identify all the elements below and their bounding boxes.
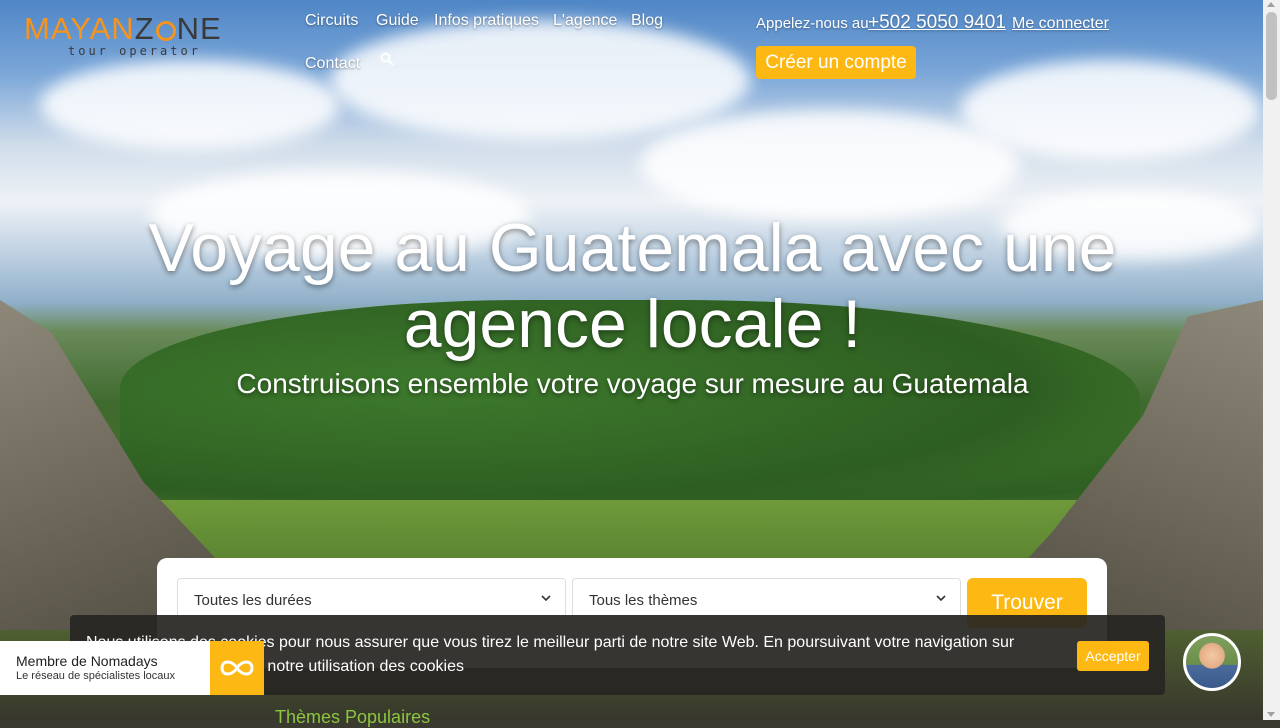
logo-ne: NE xyxy=(176,11,222,46)
cloud xyxy=(640,110,1020,220)
nav-item-blog[interactable]: Blog xyxy=(631,12,663,30)
nav-item-agence[interactable]: L'agence xyxy=(553,12,617,30)
accept-cookies-button[interactable]: Accepter xyxy=(1077,641,1149,671)
search-icon[interactable] xyxy=(380,52,394,66)
chevron-down-icon xyxy=(541,595,551,602)
nav-item-circuits[interactable]: Circuits xyxy=(305,12,358,30)
nav-item-guide[interactable]: Guide xyxy=(376,12,419,30)
nomadays-title: Membre de Nomadays xyxy=(16,653,158,669)
page-scrollbar[interactable] xyxy=(1263,0,1280,720)
chat-agent-avatar[interactable] xyxy=(1183,633,1241,691)
hero-title: Voyage au Guatemala avec une agence loca… xyxy=(148,210,1117,362)
cloud xyxy=(330,20,750,140)
infinity-icon xyxy=(220,660,254,676)
nomadays-badge[interactable]: Membre de Nomadays Le réseau de spéciali… xyxy=(0,641,264,695)
phone-link[interactable]: +502 5050 9401 xyxy=(868,12,1006,34)
chevron-down-icon xyxy=(936,595,946,602)
theme-select-value: Tous les thèmes xyxy=(589,592,698,609)
nomadays-subtitle: Le réseau de spécialistes locaux xyxy=(16,670,175,682)
logo-tagline: tour operator xyxy=(68,44,201,58)
hero-subtitle: Construisons ensemble votre voyage sur m… xyxy=(236,368,1029,399)
nav-item-infos-pratiques[interactable]: Infos pratiques xyxy=(434,12,539,30)
call-label: Appelez-nous au xyxy=(756,15,869,32)
scroll-up-arrow-icon[interactable] xyxy=(1267,2,1275,7)
logo-z: Z xyxy=(134,11,155,46)
sun-icon xyxy=(155,21,176,41)
create-account-button[interactable]: Créer un compte xyxy=(756,46,916,79)
nomadays-logo-box xyxy=(210,641,264,695)
nav-item-contact[interactable]: Contact xyxy=(305,55,360,73)
logo-wordmark: MAYANZ NE xyxy=(24,12,264,46)
logo-mayan: MAYAN xyxy=(24,11,135,46)
cloud xyxy=(40,60,340,150)
duration-select-value: Toutes les durées xyxy=(194,592,312,609)
logo[interactable]: MAYANZ NE tour operator xyxy=(24,12,264,68)
scrollbar-thumb[interactable] xyxy=(1266,12,1277,100)
cloud xyxy=(960,60,1260,160)
scroll-down-arrow-icon[interactable] xyxy=(1267,712,1275,717)
login-link[interactable]: Me connecter xyxy=(1012,15,1109,33)
popular-themes-heading: Thèmes Populaires xyxy=(275,707,431,727)
